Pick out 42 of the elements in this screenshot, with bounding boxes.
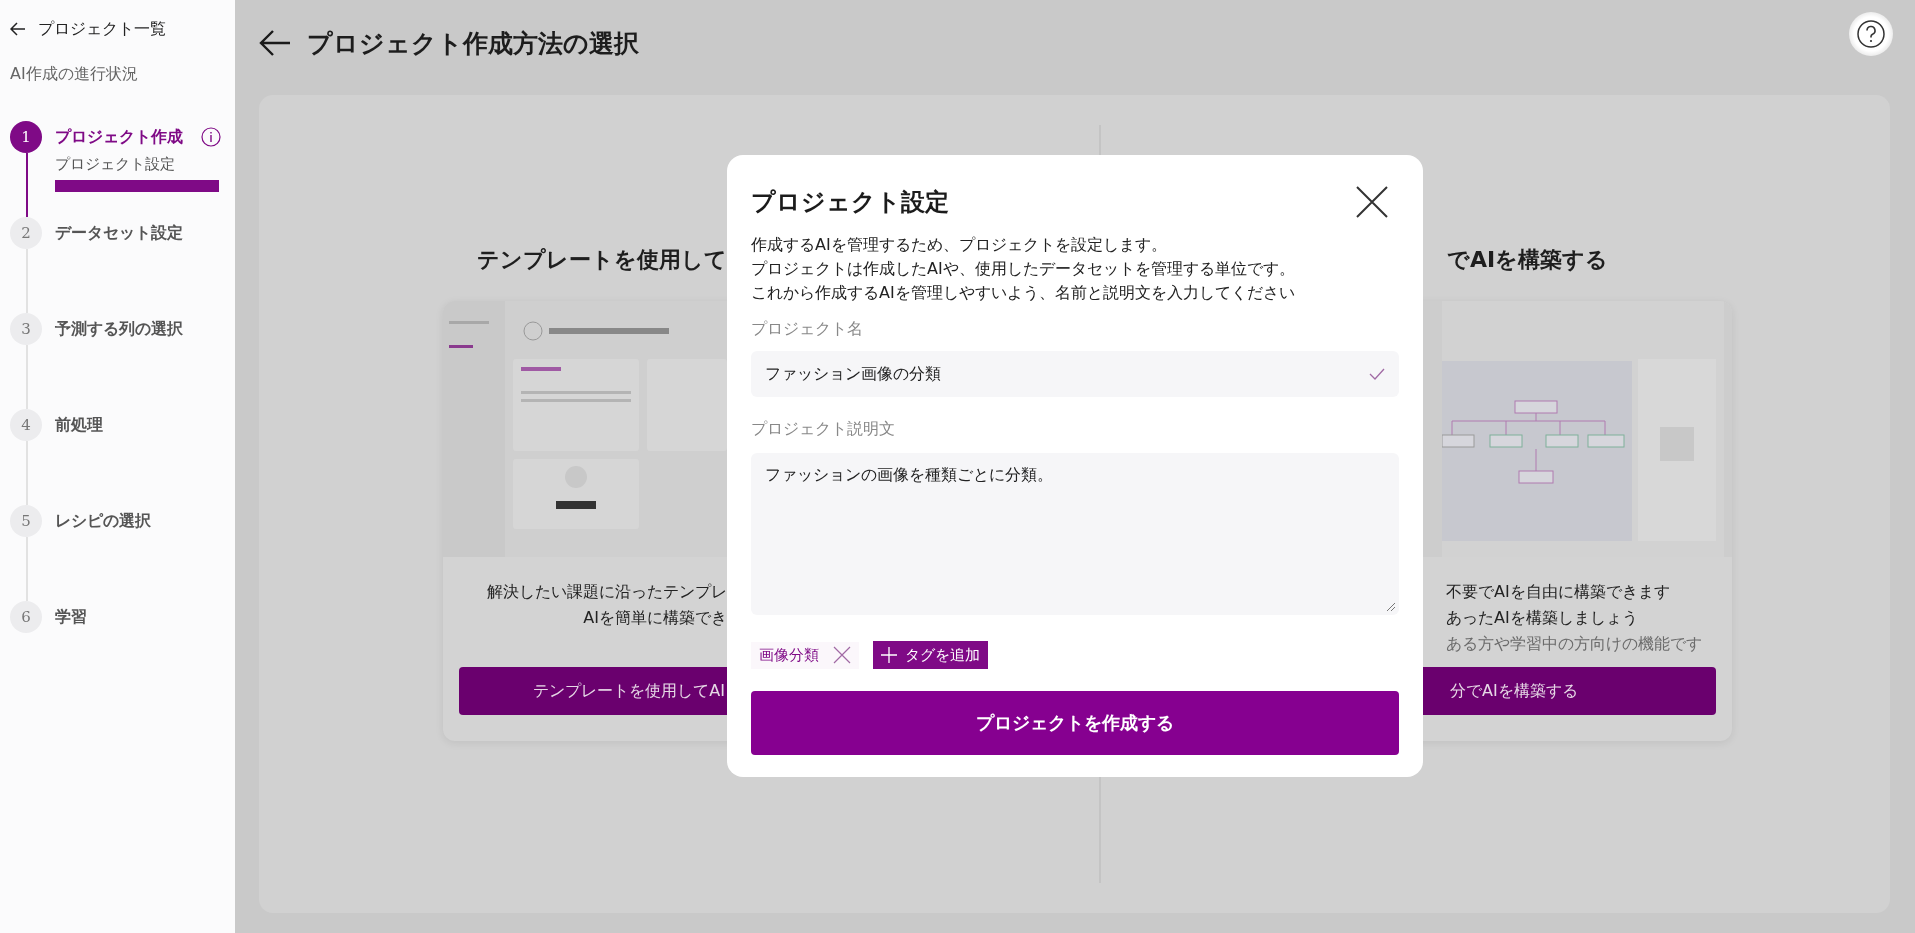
step-label[interactable]: 予測する列の選択 <box>55 318 183 340</box>
plus-icon <box>881 647 897 663</box>
progress-title: AI作成の進行状況 <box>10 64 139 85</box>
back-arrow-icon <box>10 22 26 36</box>
project-name-field[interactable]: ファッション画像の分類 <box>751 351 1399 397</box>
option-description: あったAIを構築しましょう <box>1446 607 1639 629</box>
dialog-intro-text: プロジェクトは作成したAIや、使用したデータセットを管理する単位です。 <box>751 258 1296 280</box>
dialog-title: プロジェクト設定 <box>751 187 949 218</box>
dialog-intro-text: これから作成するAIを管理しやすいよう、名前と説明文を入力してください <box>751 282 1296 304</box>
step-label[interactable]: データセット設定 <box>55 222 183 244</box>
option-title: でAIを構築する <box>1447 246 1610 274</box>
resize-handle-icon[interactable] <box>1386 602 1396 612</box>
create-project-button[interactable]: プロジェクトを作成する <box>751 691 1399 755</box>
help-icon[interactable] <box>1856 19 1886 49</box>
step-label[interactable]: レシピの選択 <box>55 510 151 532</box>
step-number: 6 <box>10 601 42 633</box>
step-number: 4 <box>10 409 42 441</box>
option-description: AIを簡単に構築でき <box>582 607 727 629</box>
step-number: 5 <box>10 505 42 537</box>
close-icon[interactable] <box>1355 185 1389 219</box>
option-description: 不要でAIを自由に構築できます <box>1446 581 1671 603</box>
tag-label: 画像分類 <box>759 645 819 665</box>
dialog-intro-text: 作成するAIを管理するため、プロジェクトを設定します。 <box>751 234 1168 256</box>
step-label[interactable]: 学習 <box>55 606 87 628</box>
substep-label: プロジェクト設定 <box>55 155 176 174</box>
back-arrow-icon[interactable] <box>259 29 291 57</box>
step-number: 3 <box>10 313 42 345</box>
option-description: 解決したい課題に沿ったテンプレ <box>486 581 727 603</box>
remove-icon[interactable] <box>833 646 851 664</box>
option-title: テンプレートを使用して <box>476 246 727 274</box>
option-description: ある方や学習中の方向けの機能です <box>1446 633 1703 655</box>
step-label[interactable]: 前処理 <box>55 414 103 436</box>
project-description-field[interactable]: ファッションの画像を種類ごとに分類。 <box>751 453 1399 615</box>
back-link[interactable]: プロジェクト一覧 <box>10 16 235 42</box>
info-icon[interactable] <box>201 127 221 147</box>
step-number: 2 <box>10 217 42 249</box>
step-label[interactable]: プロジェクト作成 <box>55 126 183 148</box>
field-label: プロジェクト名 <box>751 319 864 340</box>
add-tag-button[interactable]: タグを追加 <box>873 641 988 669</box>
step-number: 1 <box>10 121 42 153</box>
field-label: プロジェクト説明文 <box>751 419 896 440</box>
page-title: プロジェクト作成方法の選択 <box>307 27 640 60</box>
